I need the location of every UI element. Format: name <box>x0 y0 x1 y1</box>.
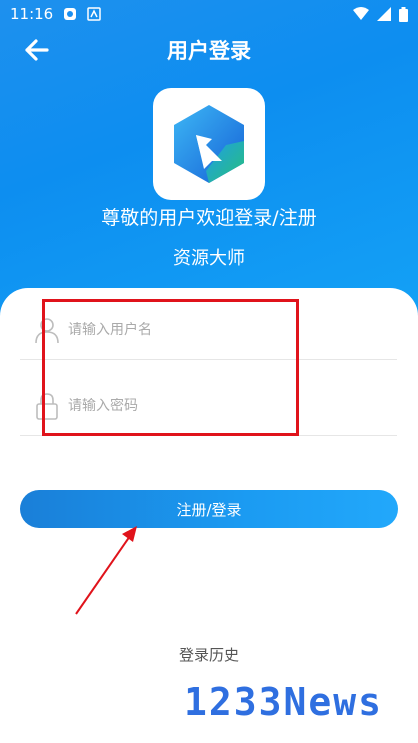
welcome-text: 尊敬的用户欢迎登录/注册 <box>101 207 317 229</box>
app-name: 资源大师 <box>173 248 245 269</box>
app-logo-icon <box>174 105 244 183</box>
status-time: 11:16 <box>10 5 54 23</box>
signal-icon <box>377 7 391 21</box>
highlight-box <box>42 299 299 436</box>
battery-icon <box>399 6 408 22</box>
watermark: 1233News <box>184 680 384 724</box>
wifi-icon <box>353 7 369 20</box>
register-login-button[interactable]: 注册/登录 <box>20 490 398 528</box>
android-notification-icon <box>87 7 101 21</box>
status-bar: 11:16 <box>0 0 418 28</box>
page-title: 用户登录 <box>167 39 251 63</box>
app-notification-icon <box>64 8 77 20</box>
app-logo <box>153 88 265 200</box>
login-history-link[interactable]: 登录历史 <box>0 644 418 665</box>
